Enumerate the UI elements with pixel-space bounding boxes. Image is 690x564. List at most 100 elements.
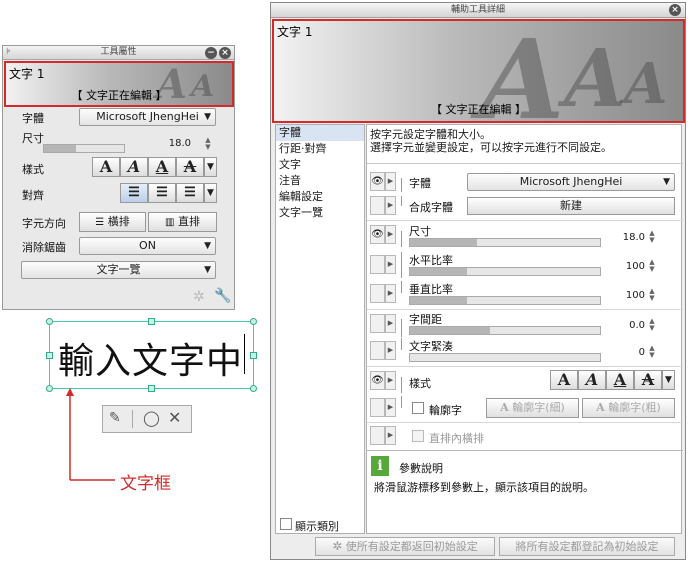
expand-arrow-icon[interactable]: ▶ — [385, 371, 396, 390]
font-dropdown[interactable]: Microsoft JhengHei ▼ — [79, 108, 216, 126]
cancel-x-icon[interactable]: ✕ — [168, 408, 181, 427]
style-menu-chevron-icon[interactable]: ▼ — [662, 370, 675, 390]
size-spinner-icon[interactable]: ▲ ▼ — [203, 137, 213, 151]
eye-placeholder[interactable] — [370, 426, 385, 445]
expand-arrow-icon[interactable]: ▶ — [385, 196, 396, 215]
spacing-slider[interactable] — [409, 326, 601, 335]
tool-property-panel: ⊧ 工具屬性 − × 文字 1 A A 【 文字正在編輯 】 字體 Micros… — [2, 45, 235, 310]
subtool-detail-titlebar[interactable]: 輔助工具詳細 × — [271, 3, 685, 18]
text-list-dropdown[interactable]: 文字一覽 ▼ — [21, 261, 216, 279]
size-value[interactable]: 18.0 — [153, 138, 191, 149]
align-center-icon[interactable]: ☰ — [148, 183, 176, 203]
confirm-circle-icon[interactable]: ◯ — [143, 409, 160, 427]
eye-placeholder[interactable] — [370, 341, 385, 360]
close-icon[interactable]: × — [219, 47, 231, 59]
direction-horizontal-button[interactable]: ☰ 橫排 — [79, 212, 146, 232]
expand-arrow-icon[interactable]: ▶ — [385, 255, 396, 274]
category-text[interactable]: 文字 — [276, 157, 364, 173]
category-spacing-alignment[interactable]: 行距·對齊 — [276, 141, 364, 157]
eye-icon[interactable]: 👁 — [370, 371, 385, 390]
underline-style-button[interactable]: A — [148, 157, 176, 177]
font-dropdown[interactable]: Microsoft JhengHei ▼ — [467, 173, 675, 191]
eye-placeholder[interactable] — [370, 196, 385, 215]
eye-placeholder[interactable] — [370, 255, 385, 274]
outline-thick-button[interactable]: A 輪廓字(粗) — [582, 398, 675, 418]
tool-property-titlebar[interactable]: ⊧ 工具屬性 − × — [3, 46, 234, 60]
strikethrough-style-button[interactable]: A — [634, 370, 662, 390]
outline-checkbox[interactable] — [412, 402, 424, 414]
preview-name: 文字 1 — [277, 25, 313, 39]
resize-handle-icon[interactable] — [250, 318, 257, 325]
reset-all-button[interactable]: ✲ 使所有設定都返回初始設定 — [315, 537, 495, 556]
minimize-icon[interactable]: − — [205, 47, 217, 59]
italic-style-button[interactable]: A — [120, 157, 148, 177]
category-edit-settings[interactable]: 編輯設定 — [276, 189, 364, 205]
eye-placeholder[interactable] — [370, 398, 385, 417]
bold-style-button[interactable]: A — [92, 157, 120, 177]
category-font[interactable]: 字體 — [276, 125, 364, 141]
resize-handle-icon[interactable] — [46, 352, 53, 359]
tightness-spinner-icon[interactable]: ▲ ▼ — [647, 345, 657, 359]
expand-arrow-icon[interactable]: ▶ — [385, 225, 396, 244]
style-menu-chevron-icon[interactable]: ▼ — [204, 157, 217, 177]
category-ruby[interactable]: 注音 — [276, 173, 364, 189]
underline-style-button[interactable]: A — [606, 370, 634, 390]
expand-arrow-icon[interactable]: ▶ — [385, 172, 396, 191]
align-menu-chevron-icon[interactable]: ▼ — [204, 183, 217, 203]
align-right-icon[interactable]: ☰ — [176, 183, 204, 203]
direction-vertical-button[interactable]: ▥ 直排 — [148, 212, 217, 232]
size-slider[interactable] — [409, 238, 601, 247]
h-ratio-slider[interactable] — [409, 267, 601, 276]
font-label: 字體 — [409, 177, 431, 190]
expand-arrow-icon[interactable]: ▶ — [385, 314, 396, 333]
antialias-dropdown[interactable]: ON ▼ — [79, 237, 216, 255]
category-text-list[interactable]: 文字一覽 — [276, 205, 364, 221]
text-frame-content[interactable]: 輸入文字中 — [58, 332, 243, 384]
bold-style-button[interactable]: A — [550, 370, 578, 390]
h-ratio-value[interactable]: 100 — [607, 261, 645, 272]
register-all-button[interactable]: 將所有設定都登記為初始設定 — [499, 537, 675, 556]
new-composite-font-button[interactable]: 新建 — [467, 197, 675, 215]
grip-icon[interactable]: ⊧ — [6, 46, 11, 59]
size-value[interactable]: 18.0 — [607, 232, 645, 243]
eye-icon[interactable]: 👁 — [370, 225, 385, 244]
h-ratio-spinner-icon[interactable]: ▲ ▼ — [647, 259, 657, 273]
tcy-checkbox[interactable] — [412, 430, 424, 442]
expand-arrow-icon[interactable]: ▶ — [385, 284, 396, 303]
antialias-label: 消除鋸齒 — [22, 241, 66, 254]
outline-thick-label: 輪廓字(粗) — [608, 401, 661, 414]
tightness-value[interactable]: 0 — [607, 347, 645, 358]
eye-icon[interactable]: 👁 — [370, 172, 385, 191]
close-icon[interactable]: × — [669, 4, 681, 16]
eye-placeholder[interactable] — [370, 314, 385, 333]
size-slider[interactable] — [43, 144, 125, 153]
reset-spinner-icon[interactable]: ✲ — [193, 289, 205, 305]
show-category-checkbox[interactable] — [280, 518, 292, 530]
expand-arrow-icon[interactable]: ▶ — [385, 426, 396, 445]
v-ratio-value[interactable]: 100 — [607, 290, 645, 301]
resize-handle-icon[interactable] — [46, 385, 53, 392]
strikethrough-style-button[interactable]: A — [176, 157, 204, 177]
pen-icon[interactable]: ✎ — [109, 410, 121, 426]
resize-handle-icon[interactable] — [148, 318, 155, 325]
chevron-down-icon: ▼ — [204, 112, 211, 122]
size-spinner-icon[interactable]: ▲ ▼ — [647, 230, 657, 244]
v-ratio-slider[interactable] — [409, 296, 601, 305]
spacing-spinner-icon[interactable]: ▲ ▼ — [647, 318, 657, 332]
wrench-icon[interactable]: 🔧 — [214, 288, 231, 304]
eye-placeholder[interactable] — [370, 284, 385, 303]
font-value: Microsoft JhengHei — [519, 175, 623, 188]
tightness-slider[interactable] — [409, 353, 601, 362]
align-left-icon[interactable]: ☰ — [120, 183, 148, 203]
italic-style-button[interactable]: A — [578, 370, 606, 390]
expand-arrow-icon[interactable]: ▶ — [385, 398, 396, 417]
text-frame[interactable]: 輸入文字中 — [46, 318, 257, 392]
spacing-value[interactable]: 0.0 — [607, 320, 645, 331]
resize-handle-icon[interactable] — [46, 318, 53, 325]
expand-arrow-icon[interactable]: ▶ — [385, 341, 396, 360]
resize-handle-icon[interactable] — [250, 352, 257, 359]
outline-thin-button[interactable]: A 輪廓字(細) — [486, 398, 579, 418]
v-ratio-spinner-icon[interactable]: ▲ ▼ — [647, 288, 657, 302]
resize-handle-icon[interactable] — [148, 385, 155, 392]
resize-handle-icon[interactable] — [250, 385, 257, 392]
